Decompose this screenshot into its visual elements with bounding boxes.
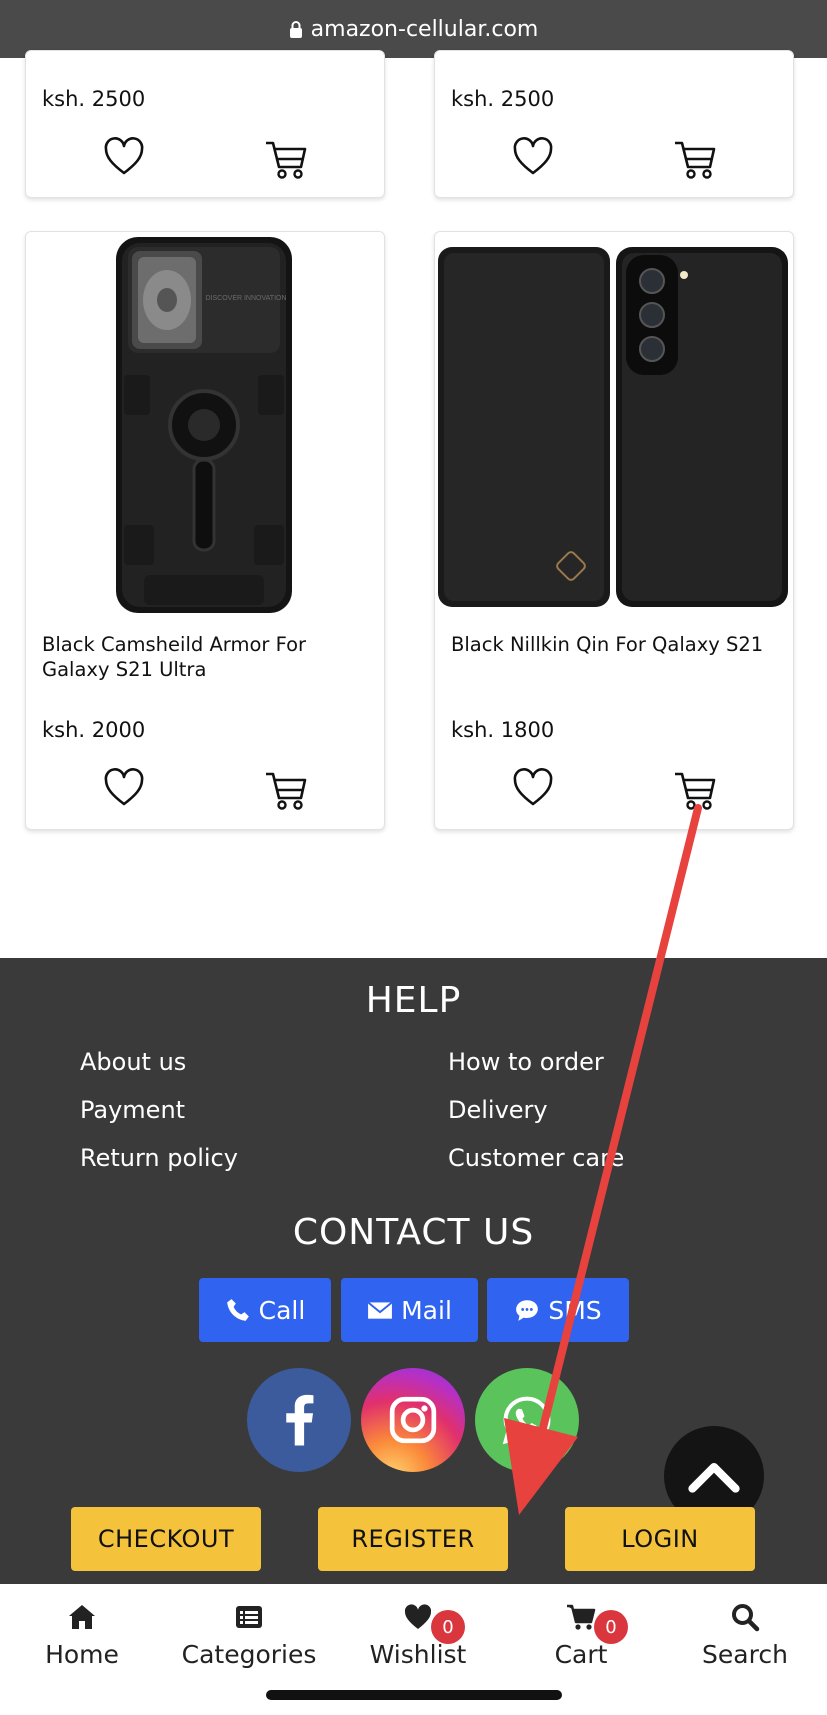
help-heading: HELP (365, 980, 462, 1021)
cart-icon (266, 141, 307, 179)
product-price: ksh. 2000 (42, 718, 146, 742)
wishlist-heart-button[interactable] (102, 766, 146, 810)
home-indicator (266, 1690, 562, 1700)
heart-icon (104, 137, 144, 175)
call-button[interactable]: Call (199, 1278, 331, 1342)
footer-link-payment[interactable]: Payment (80, 1096, 185, 1124)
nav-wishlist[interactable]: Wishlist 0 (338, 1602, 498, 1669)
search-icon (732, 1604, 760, 1632)
nav-categories[interactable]: Categories (169, 1602, 329, 1669)
cart-icon (675, 772, 716, 810)
heart-icon (104, 768, 144, 806)
image-brand-text: DISCOVER INNOVATION (205, 295, 286, 302)
call-label: Call (258, 1295, 306, 1325)
add-to-cart-button[interactable] (672, 768, 716, 812)
nav-home[interactable]: Home (2, 1602, 162, 1669)
sms-label: SMS (548, 1295, 602, 1325)
footer-link-delivery[interactable]: Delivery (448, 1096, 548, 1124)
heart-icon (513, 137, 553, 175)
checkout-button[interactable]: CHECKOUT (71, 1507, 261, 1571)
nav-cart-label: Cart (554, 1640, 608, 1669)
add-to-cart-button[interactable] (672, 137, 716, 181)
instagram-icon (389, 1396, 437, 1444)
login-button[interactable]: LOGIN (565, 1507, 755, 1571)
facebook-button[interactable] (247, 1368, 351, 1472)
product-card[interactable]: Black Nillkin Qin For Qalaxy S21 ksh. 18… (434, 231, 794, 830)
product-price: ksh. 2500 (451, 87, 555, 111)
product-image-camshield-case[interactable]: DISCOVER INNOVATION (114, 235, 294, 615)
chevron-up-icon (688, 1462, 740, 1493)
footer-link-about-us[interactable]: About us (80, 1048, 186, 1076)
heart-icon (404, 1604, 432, 1629)
product-price: ksh. 1800 (451, 718, 555, 742)
cart-count-badge: 0 (594, 1610, 628, 1644)
product-card[interactable]: ksh. 2500 (434, 50, 794, 198)
whatsapp-icon (502, 1396, 551, 1445)
mail-label: Mail (401, 1295, 452, 1325)
wishlist-heart-button[interactable] (511, 766, 555, 810)
product-image-qin-case[interactable] (436, 245, 792, 615)
facebook-icon (286, 1394, 314, 1446)
product-price: ksh. 2500 (42, 87, 146, 111)
nav-categories-label: Categories (181, 1640, 317, 1669)
product-card[interactable]: DISCOVER INNOVATION Black Camsheild Armo… (25, 231, 385, 830)
wishlist-heart-button[interactable] (511, 135, 555, 179)
add-to-cart-button[interactable] (263, 768, 307, 812)
footer-link-how-to-order[interactable]: How to order (448, 1048, 604, 1076)
nav-search[interactable]: Search (665, 1602, 825, 1669)
cart-icon (567, 1604, 596, 1630)
phone-icon (226, 1299, 249, 1321)
sms-button[interactable]: SMS (487, 1278, 629, 1342)
mail-button[interactable]: Mail (341, 1278, 478, 1342)
cart-icon (675, 141, 716, 179)
wishlist-count-badge: 0 (431, 1610, 465, 1644)
envelope-icon (367, 1301, 393, 1319)
instagram-button[interactable] (361, 1368, 465, 1472)
product-name[interactable]: Black Camsheild Armor For Galaxy S21 Ult… (42, 632, 370, 682)
register-button[interactable]: REGISTER (318, 1507, 508, 1571)
nav-home-label: Home (45, 1640, 119, 1669)
contact-heading: CONTACT US (292, 1212, 535, 1253)
heart-icon (513, 768, 553, 806)
url-text: amazon-cellular.com (310, 16, 539, 42)
lock-icon (289, 21, 302, 38)
chat-bubble-icon (516, 1300, 539, 1321)
home-icon (69, 1605, 95, 1629)
nav-wishlist-label: Wishlist (369, 1640, 467, 1669)
cart-icon (266, 772, 307, 810)
footer-link-customer-care[interactable]: Customer care (448, 1144, 624, 1172)
footer-link-return-policy[interactable]: Return policy (80, 1144, 238, 1172)
whatsapp-button[interactable] (475, 1368, 579, 1472)
wishlist-heart-button[interactable] (102, 135, 146, 179)
nav-search-label: Search (702, 1640, 788, 1669)
list-icon (236, 1606, 262, 1628)
product-name[interactable]: Black Nillkin Qin For Qalaxy S21 (451, 632, 779, 657)
nav-cart[interactable]: Cart 0 (501, 1602, 661, 1669)
product-card[interactable]: ksh. 2500 (25, 50, 385, 198)
add-to-cart-button[interactable] (263, 137, 307, 181)
